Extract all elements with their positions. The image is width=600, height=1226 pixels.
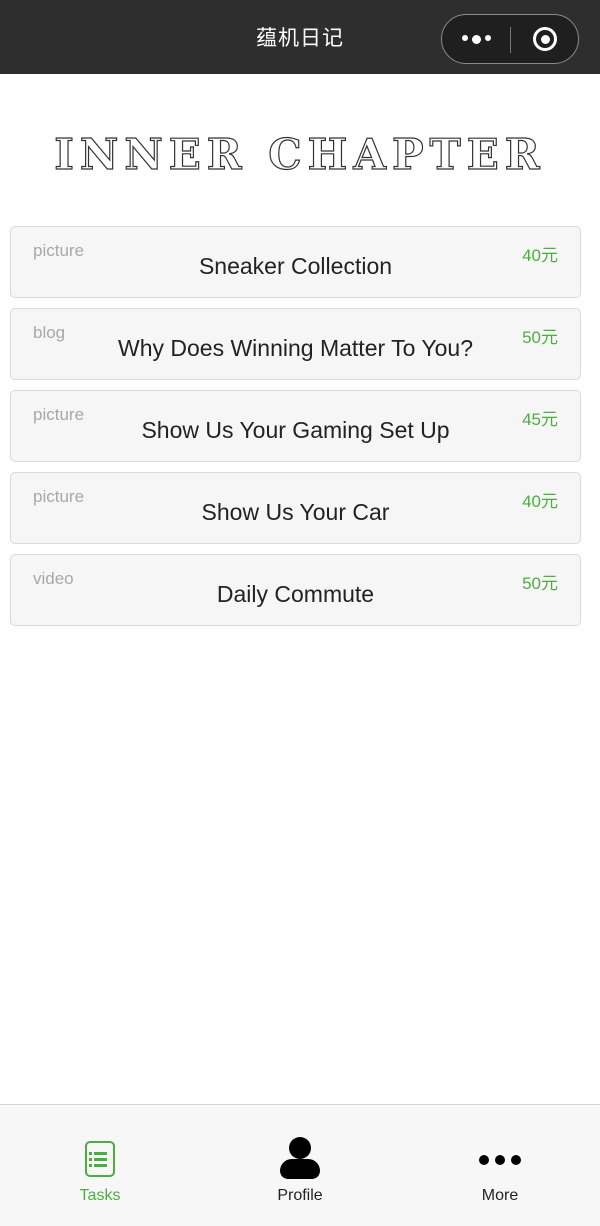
task-title: Sneaker Collection	[198, 253, 393, 279]
tab-profile[interactable]: Profile	[200, 1105, 400, 1226]
task-title: Why Does Winning Matter To You?	[118, 335, 473, 361]
tab-label: Profile	[277, 1187, 323, 1204]
close-button[interactable]	[511, 15, 579, 63]
tab-more[interactable]: More	[400, 1105, 600, 1226]
task-card[interactable]: blog Why Does Winning Matter To You? 50元	[10, 308, 581, 380]
task-title: Show Us Your Car	[201, 499, 390, 525]
task-card[interactable]: picture Sneaker Collection 40元	[10, 226, 581, 298]
more-dots-icon	[461, 34, 491, 44]
task-list: picture Sneaker Collection 40元 blog Why …	[10, 226, 581, 636]
task-price: 50元	[522, 328, 558, 347]
task-list-icon	[85, 1141, 115, 1177]
target-circle-icon	[533, 27, 557, 51]
brand-logo: INNER CHAPTER	[54, 129, 546, 179]
tab-label: More	[481, 1187, 519, 1204]
task-title: Show Us Your Gaming Set Up	[141, 417, 450, 443]
tab-label: Tasks	[79, 1187, 121, 1204]
task-price: 50元	[522, 574, 558, 593]
task-card[interactable]: picture Show Us Your Car 40元	[10, 472, 581, 544]
task-card[interactable]: video Daily Commute 50元	[10, 554, 581, 626]
bottom-tab-bar: Tasks Profile More	[0, 1104, 600, 1226]
top-navbar: 蕴机日记	[0, 0, 600, 74]
more-dots-icon	[479, 1155, 521, 1165]
task-price: 45元	[522, 410, 558, 429]
task-card[interactable]: picture Show Us Your Gaming Set Up 45元	[10, 390, 581, 462]
task-price: 40元	[522, 246, 558, 265]
mini-program-capsule	[441, 14, 579, 64]
person-icon	[280, 1137, 320, 1179]
task-title: Daily Commute	[216, 581, 375, 607]
tab-tasks[interactable]: Tasks	[0, 1105, 200, 1226]
task-price: 40元	[522, 492, 558, 511]
menu-more-button[interactable]	[442, 15, 510, 63]
